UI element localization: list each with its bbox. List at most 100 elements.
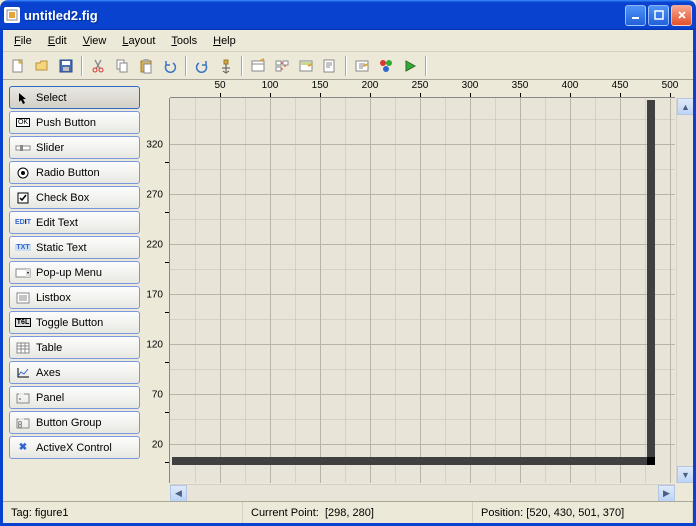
layout-grid[interactable] (170, 98, 675, 483)
palette-label: Static Text (36, 242, 134, 254)
palette-listbox[interactable]: Listbox (9, 286, 140, 309)
toolbar-editor-button[interactable] (295, 55, 317, 77)
status-position-value: [520, 430, 501, 370] (526, 507, 624, 519)
redo-button[interactable] (191, 55, 213, 77)
ruler-x-tick: 300 (462, 80, 479, 91)
ruler-x-tick: 50 (214, 80, 225, 91)
palette-label: Axes (36, 367, 134, 379)
palette-label: Select (36, 92, 134, 104)
palette-select[interactable]: Select (9, 86, 140, 109)
open-button[interactable] (31, 55, 53, 77)
status-point-value: [298, 280] (325, 507, 374, 519)
resize-handle[interactable] (647, 457, 655, 465)
paste-button[interactable] (135, 55, 157, 77)
undo-button[interactable] (159, 55, 181, 77)
palette-axes[interactable]: Axes (9, 361, 140, 384)
app-icon (4, 7, 20, 23)
menu-edit[interactable]: Edit (41, 33, 74, 49)
scroll-left-icon[interactable]: ◀ (170, 485, 187, 501)
ruler-y-tick: 320 (146, 140, 163, 151)
palette-check-box[interactable]: Check Box (9, 186, 140, 209)
palette-edit-text[interactable]: EDITEdit Text (9, 211, 140, 234)
run-button[interactable] (399, 55, 421, 77)
palette-radio-button[interactable]: Radio Button (9, 161, 140, 184)
panel-icon (15, 391, 31, 405)
palette-panel[interactable]: Panel (9, 386, 140, 409)
scroll-up-icon[interactable]: ▲ (677, 98, 693, 115)
palette-slider[interactable]: Slider (9, 136, 140, 159)
palette-table[interactable]: Table (9, 336, 140, 359)
scroll-down-icon[interactable]: ▼ (677, 466, 693, 483)
scroll-right-icon[interactable]: ▶ (658, 485, 675, 501)
ruler-x-tick: 100 (262, 80, 279, 91)
ruler-x-tick: 350 (512, 80, 529, 91)
align-button[interactable] (215, 55, 237, 77)
slider-icon (15, 141, 31, 155)
close-button[interactable] (671, 5, 692, 26)
palette-label: Check Box (36, 192, 134, 204)
ruler-y-tick: 170 (146, 290, 163, 301)
palette-static-text[interactable]: TXT Static Text (9, 236, 140, 259)
menu-editor-button[interactable] (247, 55, 269, 77)
statusbar: Tag: figure1 Current Point: [298, 280] P… (3, 501, 693, 523)
menu-file[interactable]: File (7, 33, 39, 49)
menu-tools[interactable]: Tools (164, 33, 204, 49)
palette-button-group[interactable]: Button Group (9, 411, 140, 434)
list-icon (15, 291, 31, 305)
palette-label: Push Button (36, 117, 134, 129)
bgroup-icon (15, 416, 31, 430)
palette-label: Panel (36, 392, 134, 404)
menu-help[interactable]: Help (206, 33, 243, 49)
status-point-label: Current Point: (251, 507, 319, 519)
palette-label: Table (36, 342, 134, 354)
palette-label: Button Group (36, 417, 134, 429)
ruler-y-tick: 70 (152, 390, 163, 401)
palette-label: Listbox (36, 292, 134, 304)
gui-options-button[interactable] (351, 55, 373, 77)
palette-activex-control[interactable]: ✖ActiveX Control (9, 436, 140, 459)
check-icon (15, 191, 31, 205)
TGL-icon: T6L (15, 316, 31, 330)
save-button[interactable] (55, 55, 77, 77)
status-tag-value: figure1 (35, 507, 69, 519)
ruler-horizontal: 50100150200250300350400450500 (170, 80, 675, 98)
minimize-button[interactable] (625, 5, 646, 26)
ruler-x-tick: 450 (612, 80, 629, 91)
ruler-x-tick: 500 (662, 80, 679, 91)
canvas-area: 50100150200250300350400450500 2070120170… (146, 80, 693, 501)
menu-view[interactable]: View (76, 33, 114, 49)
tab-order-button[interactable] (271, 55, 293, 77)
ruler-y-tick: 120 (146, 340, 163, 351)
figure-border-bottom (172, 457, 655, 465)
palette-push-button[interactable]: OK Push Button (9, 111, 140, 134)
editor-button[interactable] (319, 55, 341, 77)
component-palette: Select OK Push Button Slider Radio Button Che… (3, 80, 146, 501)
ruler-y-tick: 220 (146, 240, 163, 251)
arrow-icon (15, 91, 31, 105)
menubar: FileEditViewLayoutToolsHelp (3, 30, 693, 52)
radio-icon (15, 166, 31, 180)
scrollbar-horizontal[interactable]: ◀ ▶ (170, 484, 675, 501)
object-browser-button[interactable] (375, 55, 397, 77)
ruler-x-tick: 150 (312, 80, 329, 91)
cut-button[interactable] (87, 55, 109, 77)
axes-icon (15, 366, 31, 380)
menu-layout[interactable]: Layout (115, 33, 162, 49)
figure-border-right (647, 100, 655, 461)
TXT-icon: TXT (15, 241, 31, 255)
status-position-label: Position: (481, 507, 523, 519)
table-icon (15, 341, 31, 355)
titlebar: untitled2.fig (0, 0, 696, 30)
popup-icon (15, 266, 31, 280)
EDIT-icon: EDIT (15, 216, 31, 230)
OK-icon: OK (15, 116, 31, 130)
scrollbar-vertical[interactable]: ▲ ▼ (676, 98, 693, 483)
palette-label: Slider (36, 142, 134, 154)
copy-button[interactable] (111, 55, 133, 77)
ruler-y-tick: 270 (146, 190, 163, 201)
palette-pop-up-menu[interactable]: Pop-up Menu (9, 261, 140, 284)
new-button[interactable] (7, 55, 29, 77)
palette-toggle-button[interactable]: T6LToggle Button (9, 311, 140, 334)
window-title: untitled2.fig (24, 8, 625, 23)
maximize-button[interactable] (648, 5, 669, 26)
